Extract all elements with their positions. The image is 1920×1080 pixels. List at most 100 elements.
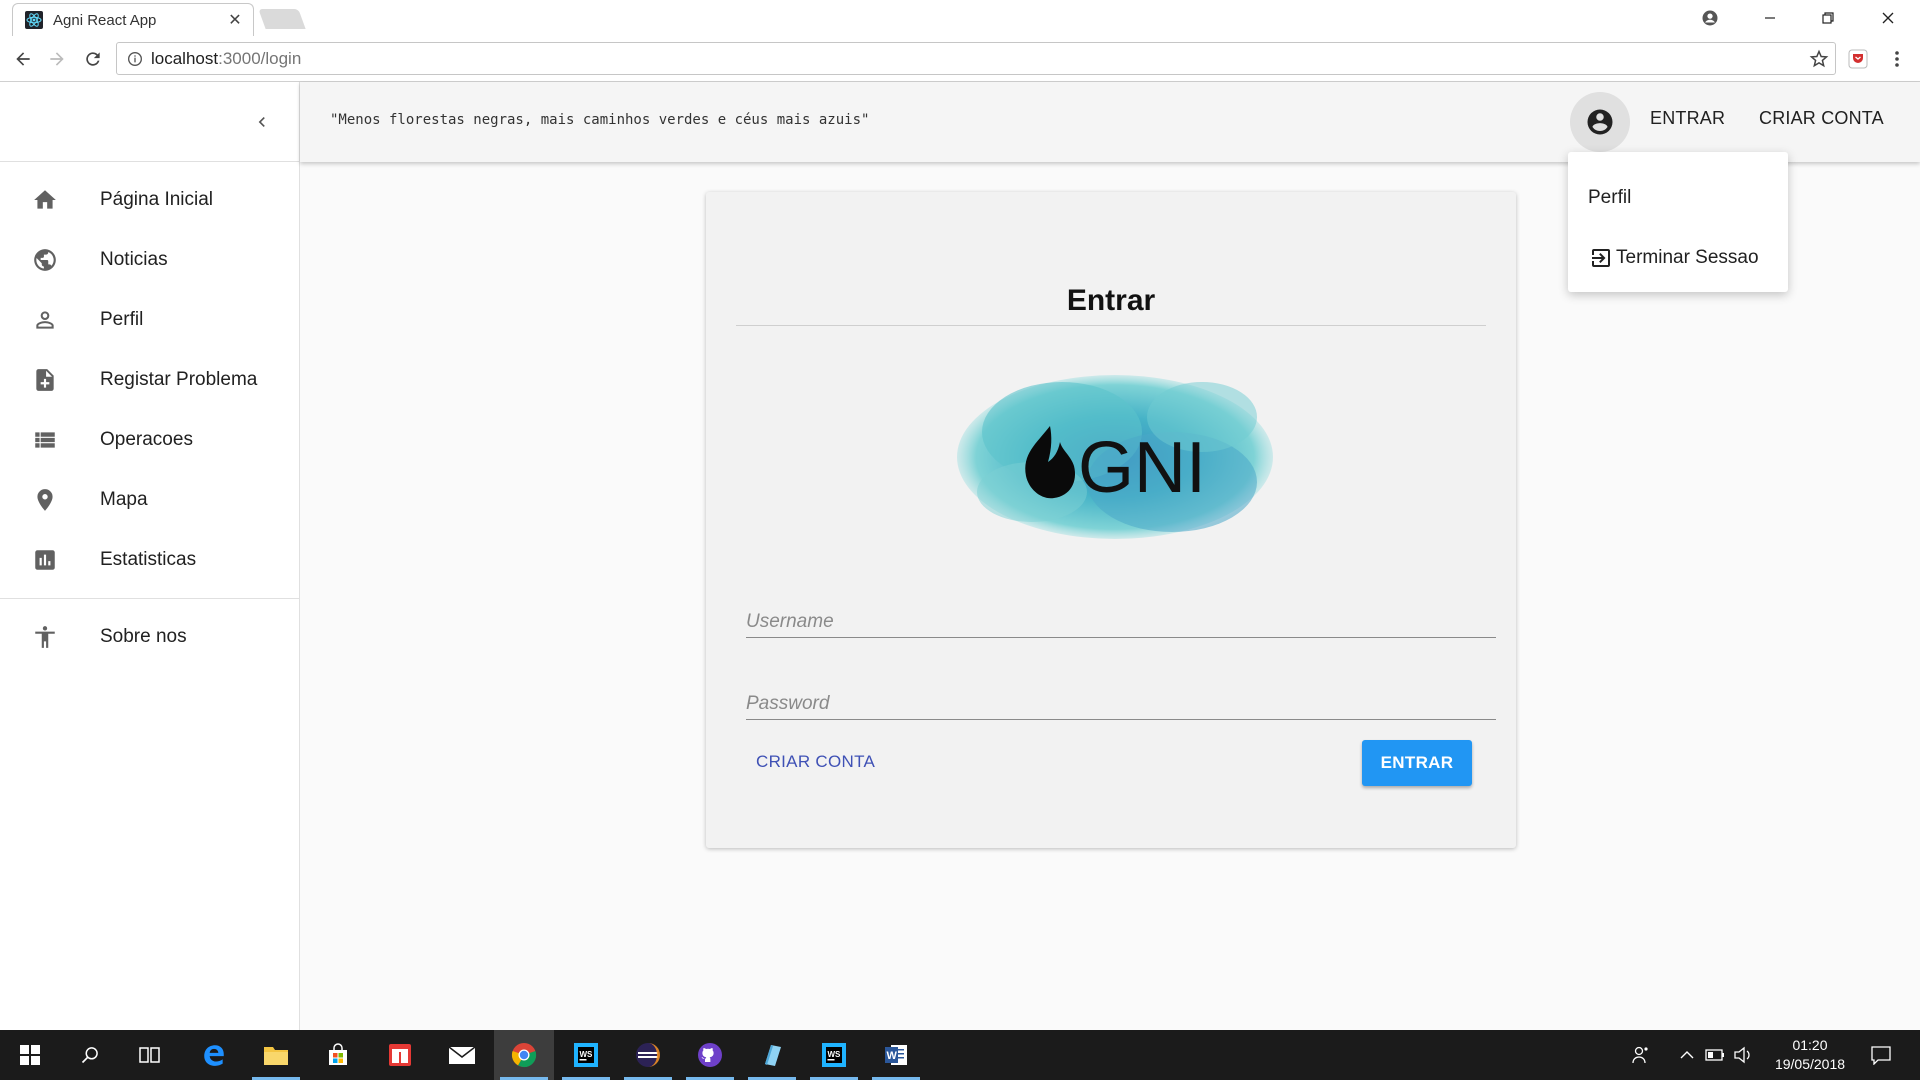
sidebar-item-label: Registar Problema	[100, 369, 258, 390]
task-view-icon[interactable]	[120, 1030, 180, 1080]
header-login-button[interactable]: ENTRAR	[1650, 108, 1725, 129]
chevron-up-icon[interactable]	[1676, 1044, 1698, 1066]
password-field[interactable]	[746, 676, 1496, 720]
bookmark-star-icon[interactable]	[1809, 49, 1829, 69]
back-icon[interactable]	[8, 44, 38, 74]
windows-taskbar: WS WS W 01:20 19/05/2018	[0, 1030, 1920, 1080]
bar-chart-icon	[32, 547, 58, 573]
windows-start-icon[interactable]	[0, 1030, 60, 1080]
menu-item-label: Terminar Sessao	[1616, 247, 1759, 268]
username-input[interactable]	[746, 594, 1496, 637]
sidebar-item-label: Página Inicial	[100, 189, 214, 210]
sidebar-item-label: Estatisticas	[100, 549, 197, 570]
account-menu: Perfil Terminar Sessao	[1568, 152, 1788, 292]
account-circle-icon	[1587, 109, 1613, 135]
profile-icon[interactable]	[1690, 4, 1730, 32]
sidebar-item-about[interactable]: Sobre nos	[0, 607, 299, 667]
sidebar-header	[0, 82, 299, 162]
browser-toolbar: localhost:3000/login	[0, 36, 1920, 82]
login-card: Entrar GNI CRIAR CONTA ENTRAR	[706, 192, 1516, 848]
home-icon	[32, 187, 58, 213]
minimize-icon[interactable]	[1750, 4, 1790, 32]
login-title: Entrar	[1066, 284, 1156, 317]
header-signup-button[interactable]: CRIAR CONTA	[1759, 108, 1884, 129]
header-quote: "Menos florestas negras, mais caminhos v…	[330, 112, 870, 128]
title-divider	[736, 325, 1486, 326]
person-icon	[32, 307, 58, 333]
react-favicon-icon	[25, 11, 43, 29]
browser-tabstrip: Agni React App ✕	[0, 0, 1920, 36]
exit-icon	[1588, 245, 1614, 271]
accessibility-icon	[32, 624, 58, 650]
clock-date: 19/05/2018	[1774, 1056, 1846, 1072]
browser-menu-icon[interactable]	[1882, 44, 1912, 74]
reload-icon[interactable]	[78, 44, 108, 74]
close-window-icon[interactable]	[1868, 4, 1908, 32]
app-icon[interactable]	[742, 1030, 802, 1080]
menu-item-profile[interactable]: Perfil	[1568, 168, 1788, 228]
sidebar-item-operations[interactable]: Operacoes	[0, 410, 299, 470]
menu-item-logout[interactable]: Terminar Sessao	[1568, 228, 1788, 288]
extension-icon[interactable]	[1843, 44, 1873, 74]
sidebar-item-map[interactable]: Mapa	[0, 470, 299, 530]
people-icon[interactable]	[1630, 1044, 1652, 1066]
sidebar-item-label: Perfil	[100, 309, 144, 330]
sidebar-item-label: Sobre nos	[100, 626, 187, 647]
sidebar-item-home[interactable]: Página Inicial	[0, 170, 299, 230]
url-path: :3000/login	[218, 48, 302, 68]
signup-link-button[interactable]: CRIAR CONTA	[756, 752, 875, 772]
collapse-sidebar-button[interactable]	[244, 104, 280, 140]
store-icon[interactable]	[308, 1030, 368, 1080]
globe-icon	[32, 247, 58, 273]
login-submit-button[interactable]: ENTRAR	[1362, 740, 1472, 786]
search-icon[interactable]	[60, 1030, 120, 1080]
sidebar-divider	[0, 598, 299, 599]
username-field[interactable]	[746, 594, 1496, 638]
info-icon[interactable]	[127, 51, 143, 67]
sidebar-item-news[interactable]: Noticias	[0, 230, 299, 290]
location-pin-icon	[32, 487, 58, 513]
svg-text:W: W	[887, 1050, 898, 1062]
taskbar-clock[interactable]: 01:20 19/05/2018	[1765, 1036, 1855, 1074]
clock-time: 01:20	[1792, 1037, 1828, 1053]
webstorm-icon[interactable]: WS	[804, 1030, 864, 1080]
edge-icon[interactable]	[184, 1030, 244, 1080]
sidebar-item-report-problem[interactable]: Registar Problema	[0, 350, 299, 410]
notifications-icon[interactable]	[1870, 1044, 1892, 1066]
account-button[interactable]	[1570, 92, 1630, 152]
sidebar-item-label: Noticias	[100, 249, 168, 270]
new-tab-button[interactable]	[258, 9, 306, 29]
logo-text: GNI	[1078, 428, 1206, 508]
tab-close-icon[interactable]: ✕	[227, 10, 243, 30]
password-input[interactable]	[746, 676, 1496, 719]
webstorm-icon[interactable]: WS	[556, 1030, 616, 1080]
forward-icon[interactable]	[42, 44, 72, 74]
word-icon[interactable]: W	[866, 1030, 926, 1080]
sidebar: Página Inicial Noticias Perfil Registar …	[0, 82, 300, 1030]
app-bar: "Menos florestas negras, mais caminhos v…	[300, 82, 1920, 162]
sidebar-item-label: Operacoes	[100, 429, 193, 450]
address-bar[interactable]: localhost:3000/login	[116, 42, 1836, 75]
sidebar-item-statistics[interactable]: Estatisticas	[0, 530, 299, 590]
battery-icon[interactable]	[1704, 1044, 1726, 1066]
sidebar-nav: Página Inicial Noticias Perfil Registar …	[0, 162, 299, 667]
eclipse-icon[interactable]	[618, 1030, 678, 1080]
file-explorer-icon[interactable]	[246, 1030, 306, 1080]
gift-app-icon[interactable]	[370, 1030, 430, 1080]
svg-text:WS: WS	[580, 1050, 594, 1059]
svg-text:WS: WS	[828, 1050, 842, 1059]
chevron-left-icon	[258, 117, 265, 127]
browser-tab[interactable]: Agni React App ✕	[12, 3, 254, 36]
chrome-icon[interactable]	[494, 1030, 554, 1080]
sidebar-item-profile[interactable]: Perfil	[0, 290, 299, 350]
github-desktop-icon[interactable]	[680, 1030, 740, 1080]
agni-logo: GNI	[957, 375, 1273, 539]
note-add-icon	[32, 367, 58, 393]
tab-title: Agni React App	[53, 11, 157, 29]
restore-icon[interactable]	[1808, 4, 1848, 32]
volume-icon[interactable]	[1732, 1044, 1754, 1066]
url-host: localhost	[151, 48, 219, 68]
menu-item-label: Perfil	[1588, 187, 1632, 208]
list-icon	[32, 427, 58, 453]
mail-icon[interactable]	[432, 1030, 492, 1080]
